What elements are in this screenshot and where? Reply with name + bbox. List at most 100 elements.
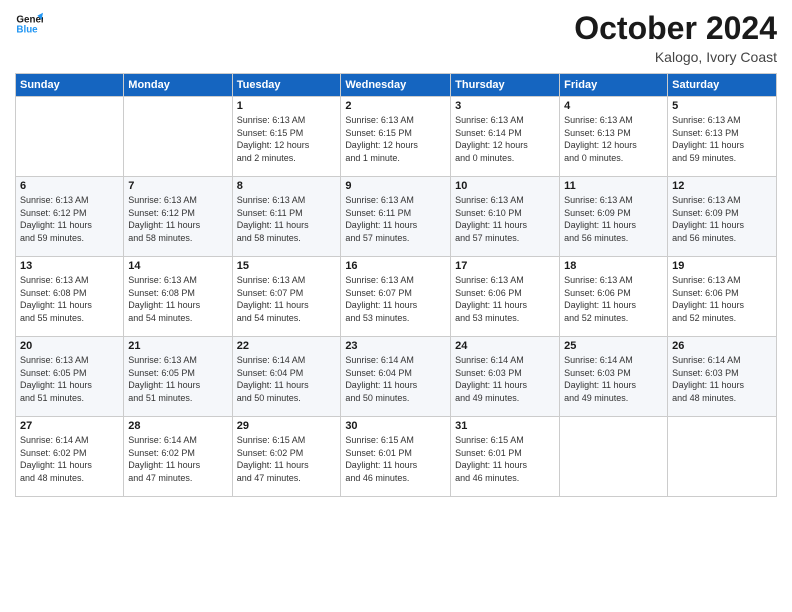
calendar-cell: 31 Sunrise: 6:15 AM Sunset: 6:01 PM Dayli… bbox=[451, 417, 560, 497]
day-info: Sunrise: 6:13 AM Sunset: 6:06 PM Dayligh… bbox=[455, 274, 555, 324]
calendar-cell: 14Sunrise: 6:13 AM Sunset: 6:08 PM Dayli… bbox=[124, 257, 232, 337]
calendar-cell: 4 Sunrise: 6:13 AM Sunset: 6:13 PM Daylig… bbox=[560, 97, 668, 177]
day-info: Sunrise: 6:13 AM Sunset: 6:05 PM Dayligh… bbox=[128, 354, 227, 404]
calendar-cell bbox=[668, 417, 777, 497]
day-number: 30 bbox=[345, 420, 446, 432]
day-number: 24 bbox=[455, 340, 555, 352]
day-number: 21 bbox=[128, 340, 227, 352]
day-info: Sunrise: 6:14 AM Sunset: 6:03 PM Dayligh… bbox=[564, 354, 663, 404]
svg-text:Blue: Blue bbox=[16, 24, 38, 35]
day-info: Sunrise: 6:15 AM Sunset: 6:02 PM Dayligh… bbox=[237, 434, 337, 484]
calendar-cell bbox=[560, 417, 668, 497]
month-title: October 2024 bbox=[574, 10, 777, 47]
day-number: 12 bbox=[672, 180, 772, 192]
day-number: 15 bbox=[237, 260, 337, 272]
calendar-header-thursday: Thursday bbox=[451, 74, 560, 97]
day-number: 20 bbox=[20, 340, 119, 352]
day-number: 16 bbox=[345, 260, 446, 272]
day-info: Sunrise: 6:13 AM Sunset: 6:08 PM Dayligh… bbox=[20, 274, 119, 324]
calendar-cell: 9 Sunrise: 6:13 AM Sunset: 6:11 PM Daylig… bbox=[341, 177, 451, 257]
calendar-header-monday: Monday bbox=[124, 74, 232, 97]
day-number: 11 bbox=[564, 180, 663, 192]
day-number: 23 bbox=[345, 340, 446, 352]
calendar-header-tuesday: Tuesday bbox=[232, 74, 341, 97]
day-info: Sunrise: 6:13 AM Sunset: 6:09 PM Dayligh… bbox=[564, 194, 663, 244]
day-number: 3 bbox=[455, 100, 555, 112]
day-number: 22 bbox=[237, 340, 337, 352]
day-number: 4 bbox=[564, 100, 663, 112]
calendar-cell: 6 Sunrise: 6:13 AM Sunset: 6:12 PM Daylig… bbox=[16, 177, 124, 257]
day-number: 19 bbox=[672, 260, 772, 272]
calendar-header-saturday: Saturday bbox=[668, 74, 777, 97]
logo: General Blue bbox=[15, 10, 43, 38]
day-number: 1 bbox=[237, 100, 337, 112]
day-info: Sunrise: 6:13 AM Sunset: 6:15 PM Dayligh… bbox=[237, 114, 337, 164]
day-number: 29 bbox=[237, 420, 337, 432]
title-block: October 2024 Kalogo, Ivory Coast bbox=[574, 10, 777, 65]
calendar-cell: 29 Sunrise: 6:15 AM Sunset: 6:02 PM Dayli… bbox=[232, 417, 341, 497]
day-info: Sunrise: 6:13 AM Sunset: 6:07 PM Dayligh… bbox=[237, 274, 337, 324]
logo-icon: General Blue bbox=[15, 10, 43, 38]
calendar-cell: 8Sunrise: 6:13 AM Sunset: 6:11 PM Daylig… bbox=[232, 177, 341, 257]
day-number: 5 bbox=[672, 100, 772, 112]
calendar-cell: 2Sunrise: 6:13 AM Sunset: 6:15 PM Daylig… bbox=[341, 97, 451, 177]
day-number: 6 bbox=[20, 180, 119, 192]
day-info: Sunrise: 6:13 AM Sunset: 6:06 PM Dayligh… bbox=[672, 274, 772, 324]
calendar-cell: 11 Sunrise: 6:13 AM Sunset: 6:09 PM Dayli… bbox=[560, 177, 668, 257]
day-number: 13 bbox=[20, 260, 119, 272]
calendar-cell: 22Sunrise: 6:14 AM Sunset: 6:04 PM Dayli… bbox=[232, 337, 341, 417]
day-info: Sunrise: 6:14 AM Sunset: 6:03 PM Dayligh… bbox=[672, 354, 772, 404]
calendar-cell: 26 Sunrise: 6:14 AM Sunset: 6:03 PM Dayli… bbox=[668, 337, 777, 417]
calendar-cell: 15 Sunrise: 6:13 AM Sunset: 6:07 PM Dayli… bbox=[232, 257, 341, 337]
calendar-week-5: 27 Sunrise: 6:14 AM Sunset: 6:02 PM Dayli… bbox=[16, 417, 777, 497]
calendar-week-4: 20 Sunrise: 6:13 AM Sunset: 6:05 PM Dayli… bbox=[16, 337, 777, 417]
calendar-cell: 18 Sunrise: 6:13 AM Sunset: 6:06 PM Dayli… bbox=[560, 257, 668, 337]
calendar-cell: 30 Sunrise: 6:15 AM Sunset: 6:01 PM Dayli… bbox=[341, 417, 451, 497]
day-number: 26 bbox=[672, 340, 772, 352]
calendar-week-3: 13 Sunrise: 6:13 AM Sunset: 6:08 PM Dayli… bbox=[16, 257, 777, 337]
day-info: Sunrise: 6:13 AM Sunset: 6:06 PM Dayligh… bbox=[564, 274, 663, 324]
day-number: 25 bbox=[564, 340, 663, 352]
day-info: Sunrise: 6:13 AM Sunset: 6:12 PM Dayligh… bbox=[20, 194, 119, 244]
day-number: 31 bbox=[455, 420, 555, 432]
calendar-header-friday: Friday bbox=[560, 74, 668, 97]
calendar-header-sunday: Sunday bbox=[16, 74, 124, 97]
calendar-cell: 24 Sunrise: 6:14 AM Sunset: 6:03 PM Dayli… bbox=[451, 337, 560, 417]
day-number: 2 bbox=[345, 100, 446, 112]
calendar-cell bbox=[16, 97, 124, 177]
day-info: Sunrise: 6:13 AM Sunset: 6:14 PM Dayligh… bbox=[455, 114, 555, 164]
day-info: Sunrise: 6:14 AM Sunset: 6:03 PM Dayligh… bbox=[455, 354, 555, 404]
calendar-cell: 20Sunrise: 6:13 AM Sunset: 6:05 PM Dayli… bbox=[16, 337, 124, 417]
day-number: 10 bbox=[455, 180, 555, 192]
day-info: Sunrise: 6:13 AM Sunset: 6:13 PM Dayligh… bbox=[564, 114, 663, 164]
calendar-cell: 28Sunrise: 6:14 AM Sunset: 6:02 PM Dayli… bbox=[124, 417, 232, 497]
day-info: Sunrise: 6:15 AM Sunset: 6:01 PM Dayligh… bbox=[345, 434, 446, 484]
calendar-header-wednesday: Wednesday bbox=[341, 74, 451, 97]
calendar-cell bbox=[124, 97, 232, 177]
day-number: 8 bbox=[237, 180, 337, 192]
calendar-cell: 1 Sunrise: 6:13 AM Sunset: 6:15 PM Daylig… bbox=[232, 97, 341, 177]
day-info: Sunrise: 6:13 AM Sunset: 6:08 PM Dayligh… bbox=[128, 274, 227, 324]
day-info: Sunrise: 6:13 AM Sunset: 6:07 PM Dayligh… bbox=[345, 274, 446, 324]
page-header: General Blue October 2024 Kalogo, Ivory … bbox=[15, 10, 777, 65]
location: Kalogo, Ivory Coast bbox=[574, 49, 777, 65]
calendar-cell: 19 Sunrise: 6:13 AM Sunset: 6:06 PM Dayli… bbox=[668, 257, 777, 337]
day-info: Sunrise: 6:13 AM Sunset: 6:09 PM Dayligh… bbox=[672, 194, 772, 244]
day-number: 9 bbox=[345, 180, 446, 192]
day-info: Sunrise: 6:15 AM Sunset: 6:01 PM Dayligh… bbox=[455, 434, 555, 484]
day-info: Sunrise: 6:13 AM Sunset: 6:11 PM Dayligh… bbox=[345, 194, 446, 244]
day-info: Sunrise: 6:14 AM Sunset: 6:02 PM Dayligh… bbox=[20, 434, 119, 484]
calendar-cell: 17Sunrise: 6:13 AM Sunset: 6:06 PM Dayli… bbox=[451, 257, 560, 337]
day-info: Sunrise: 6:13 AM Sunset: 6:10 PM Dayligh… bbox=[455, 194, 555, 244]
calendar-cell: 25 Sunrise: 6:14 AM Sunset: 6:03 PM Dayli… bbox=[560, 337, 668, 417]
calendar-cell: 10 Sunrise: 6:13 AM Sunset: 6:10 PM Dayli… bbox=[451, 177, 560, 257]
calendar-cell: 12 Sunrise: 6:13 AM Sunset: 6:09 PM Dayli… bbox=[668, 177, 777, 257]
day-number: 28 bbox=[128, 420, 227, 432]
calendar-cell: 23Sunrise: 6:14 AM Sunset: 6:04 PM Dayli… bbox=[341, 337, 451, 417]
calendar-week-2: 6 Sunrise: 6:13 AM Sunset: 6:12 PM Daylig… bbox=[16, 177, 777, 257]
day-info: Sunrise: 6:13 AM Sunset: 6:12 PM Dayligh… bbox=[128, 194, 227, 244]
calendar-cell: 27 Sunrise: 6:14 AM Sunset: 6:02 PM Dayli… bbox=[16, 417, 124, 497]
day-number: 27 bbox=[20, 420, 119, 432]
calendar-cell: 5Sunrise: 6:13 AM Sunset: 6:13 PM Daylig… bbox=[668, 97, 777, 177]
day-number: 18 bbox=[564, 260, 663, 272]
